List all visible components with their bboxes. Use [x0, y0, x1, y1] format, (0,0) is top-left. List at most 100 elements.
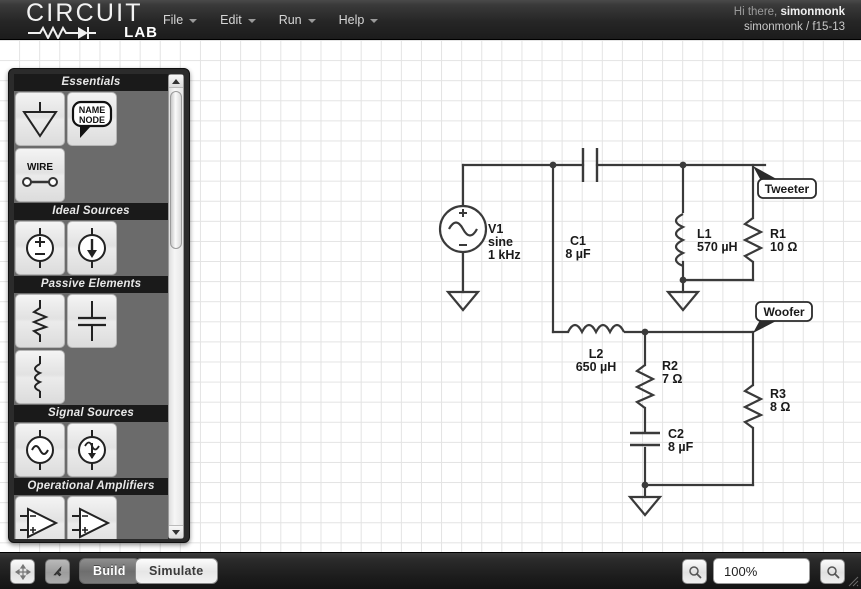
component-label-v1-type: sine: [488, 235, 513, 249]
palette-category-essentials[interactable]: Essentials: [14, 74, 168, 91]
greeting-prefix: Hi there,: [733, 6, 781, 18]
ideal-current-source-symbol-icon: [78, 228, 106, 268]
junction-dot: [679, 276, 687, 284]
node-label-tweeter[interactable]: Tweeter: [753, 166, 817, 199]
component-label-r2-value: 7 Ω: [662, 372, 682, 386]
cursor-arrow-icon: [53, 566, 62, 577]
sine-voltage-source-symbol-icon: [26, 430, 54, 470]
component-label-l1-value: 570 µH: [697, 240, 738, 254]
capacitor-symbol-icon: [78, 301, 106, 341]
scroll-up-arrow-icon[interactable]: [169, 75, 183, 88]
logo-text-circuit: CIRCUIT: [26, 0, 143, 27]
pan-tool-button[interactable]: [10, 559, 35, 584]
component-label-c1-value: 8 µF: [565, 247, 591, 261]
user-info: Hi there, simonmonk simonmonk / f15-13: [734, 5, 845, 35]
palette-item-name-node[interactable]: NAME NODE: [67, 92, 117, 146]
junction-dot: [549, 161, 557, 169]
palette-item-opamp[interactable]: [15, 496, 65, 539]
username: simonmonk: [780, 6, 845, 18]
wire-symbol-icon: WIRE: [22, 162, 58, 187]
resize-grip-icon[interactable]: [845, 573, 859, 587]
circuitlab-logo: CIRCUIT LAB: [26, 0, 158, 42]
junction-dot: [641, 328, 649, 336]
menu-item-run[interactable]: Run: [279, 10, 316, 30]
menu-item-edit[interactable]: Edit: [220, 10, 256, 30]
component-label-c2-ref: C2: [668, 427, 684, 441]
palette-item-ground[interactable]: [15, 92, 65, 146]
zoom-out-icon: [688, 565, 701, 578]
zoom-out-button[interactable]: [682, 559, 707, 584]
menu-item-run-label: Run: [278, 13, 302, 27]
palette-item-capacitor[interactable]: [67, 294, 117, 348]
build-button[interactable]: Build: [79, 558, 140, 584]
palette-row-essentials: NAME NODE WIRE: [14, 91, 168, 203]
svg-text:NAME: NAME: [79, 105, 106, 115]
node-label-woofer[interactable]: Woofer: [753, 301, 813, 333]
palette-row-ideal-sources: [14, 220, 168, 276]
main-menu: File Edit Run Help: [163, 10, 379, 30]
palette-item-sine-current-source[interactable]: [67, 423, 117, 477]
scrollbar-thumb[interactable]: [170, 91, 182, 249]
component-l1[interactable]: L1 570 µH: [674, 213, 738, 268]
menu-item-help-label: Help: [338, 13, 365, 27]
palette-item-ideal-voltage-source[interactable]: [15, 221, 65, 275]
component-r1[interactable]: R1 10 Ω: [742, 217, 797, 263]
palette-item-resistor[interactable]: [15, 294, 65, 348]
ideal-voltage-source-symbol-icon: [26, 228, 54, 268]
palette-category-signal-sources[interactable]: Signal Sources: [14, 405, 168, 422]
menu-item-file[interactable]: File: [163, 10, 198, 30]
palette-scroll-content: Essentials NAME NODE WIRE Ideal Sources …: [14, 74, 168, 539]
svg-text:WIRE: WIRE: [27, 162, 53, 173]
palette-scrollbar[interactable]: [168, 74, 184, 539]
app-header: CIRCUIT LAB File Edit Run Help Hi there,…: [0, 0, 861, 42]
node-label-tweeter-text: Tweeter: [765, 182, 810, 196]
opamp-symbol-icon: [20, 507, 59, 539]
palette-item-opamp-ideal[interactable]: [67, 496, 117, 539]
ground-symbol-v1[interactable]: [445, 290, 481, 312]
component-label-v1-freq: 1 kHz: [488, 248, 521, 262]
pan-arrows-icon: [14, 563, 31, 580]
palette-row-operational-amplifiers: [14, 495, 168, 539]
component-c2[interactable]: C2 8 µF: [630, 427, 694, 454]
opamp-ideal-symbol-icon: [72, 507, 111, 539]
name-node-symbol-icon: NAME NODE: [71, 100, 113, 138]
bottom-toolbar: Build Simulate 100%: [0, 552, 861, 589]
palette-item-inductor[interactable]: [15, 350, 65, 404]
simulate-button[interactable]: Simulate: [135, 558, 218, 584]
component-r3[interactable]: R3 8 Ω: [742, 384, 790, 429]
palette-category-passive-elements[interactable]: Passive Elements: [14, 276, 168, 293]
component-label-r1-ref: R1: [770, 227, 786, 241]
zoom-in-button[interactable]: [820, 559, 845, 584]
component-l2[interactable]: L2 650 µH: [567, 323, 625, 374]
select-tool-button[interactable]: [45, 559, 70, 584]
component-label-v1-ref: V1: [488, 222, 503, 236]
palette-item-sine-voltage-source[interactable]: [15, 423, 65, 477]
palette-category-ideal-sources[interactable]: Ideal Sources: [14, 203, 168, 220]
node-label-woofer-text: Woofer: [763, 305, 804, 319]
scroll-down-arrow-icon[interactable]: [169, 525, 183, 538]
menu-item-help[interactable]: Help: [339, 10, 379, 30]
palette-row-signal-sources: [14, 422, 168, 478]
inductor-symbol-icon: [34, 356, 43, 398]
ground-symbol-l1[interactable]: [665, 290, 701, 312]
project-path[interactable]: simonmonk / f15-13: [734, 20, 845, 35]
component-label-r1-value: 10 Ω: [770, 240, 797, 254]
component-label-l1-ref: L1: [697, 227, 712, 241]
logo-graphic: LAB: [26, 24, 158, 41]
menu-item-edit-label: Edit: [220, 13, 242, 27]
component-r2[interactable]: R2 7 Ω: [634, 359, 682, 409]
component-label-r2-ref: R2: [662, 359, 678, 373]
palette-category-operational-amplifiers[interactable]: Operational Amplifiers: [14, 478, 168, 495]
ground-symbol-c2[interactable]: [627, 495, 663, 517]
palette-item-ideal-current-source[interactable]: [67, 221, 117, 275]
zoom-level-input[interactable]: 100%: [713, 558, 810, 584]
palette-item-wire[interactable]: WIRE: [15, 148, 65, 202]
component-palette[interactable]: Essentials NAME NODE WIRE Ideal Sources …: [8, 68, 190, 543]
user-greeting: Hi there, simonmonk: [734, 5, 845, 20]
component-v1[interactable]: V1 sine 1 kHz: [438, 204, 521, 262]
component-label-c1-ref: C1: [570, 234, 586, 248]
ground-symbol-icon: [22, 102, 58, 138]
component-label-r3-value: 8 Ω: [770, 400, 790, 414]
component-label-c2-value: 8 µF: [668, 440, 694, 454]
resistor-symbol-icon: [31, 300, 49, 342]
